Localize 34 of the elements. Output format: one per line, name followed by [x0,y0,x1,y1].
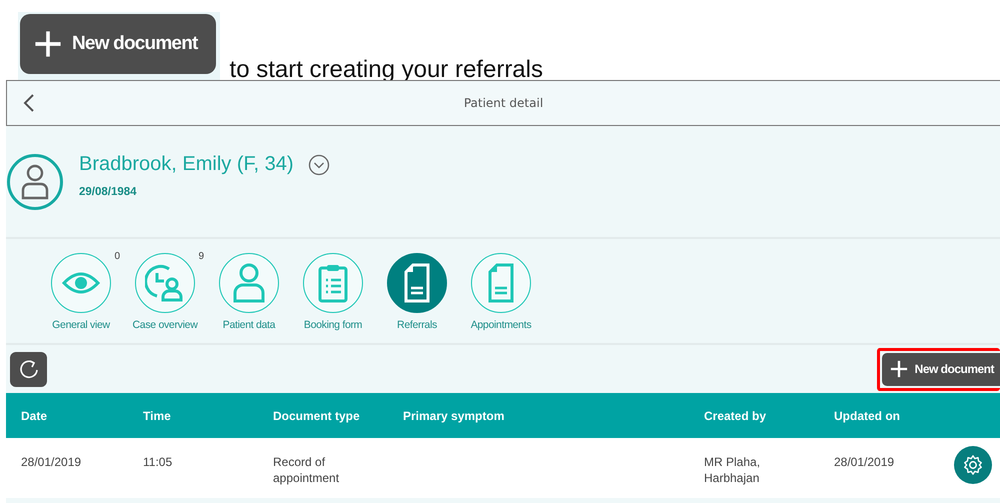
chevron-left-icon [23,93,35,113]
refresh-icon [18,359,38,379]
table-cell-text: 11:05 [143,454,174,470]
table-cell-text: MR Plaha, Harbhajan [704,454,762,486]
avatar-icon [7,154,63,210]
column-header: Primary symptom [403,408,506,422]
column-header: Created by [704,408,768,422]
table-cell-text: Record of appointment [273,454,340,486]
document-icon [403,263,431,303]
table-cell-text: 28/01/2019 [21,454,82,470]
column-header: Updated on [834,408,901,422]
table-cell-text: 28/01/2019 [834,454,896,470]
expand-icon[interactable] [308,154,330,176]
plus-icon [34,30,62,58]
column-header: Date [21,408,48,422]
count-label: 0 [114,251,120,262]
eye-icon [62,271,100,295]
new-document-button[interactable]: New document [882,352,1000,386]
patient-name: Bradbrook, Emily (F, 34) [79,153,294,176]
plus-icon [890,360,908,378]
column-header: Time [143,408,172,422]
clock-person-icon [145,263,185,303]
settings-button[interactable] [954,446,992,484]
person-icon [233,263,265,303]
refresh-button[interactable] [10,352,47,386]
count-label: 9 [198,251,204,262]
column-header: Document type [273,408,361,422]
gear-icon [962,454,984,476]
birth-date: 29/08/1984 [79,186,138,198]
new-document-button[interactable]: New document [20,14,216,74]
clipboard-icon [318,263,348,303]
header-title: Patient detail [462,96,544,110]
instruction-text: to start creating your referrals [230,56,543,84]
document-icon [487,263,515,303]
